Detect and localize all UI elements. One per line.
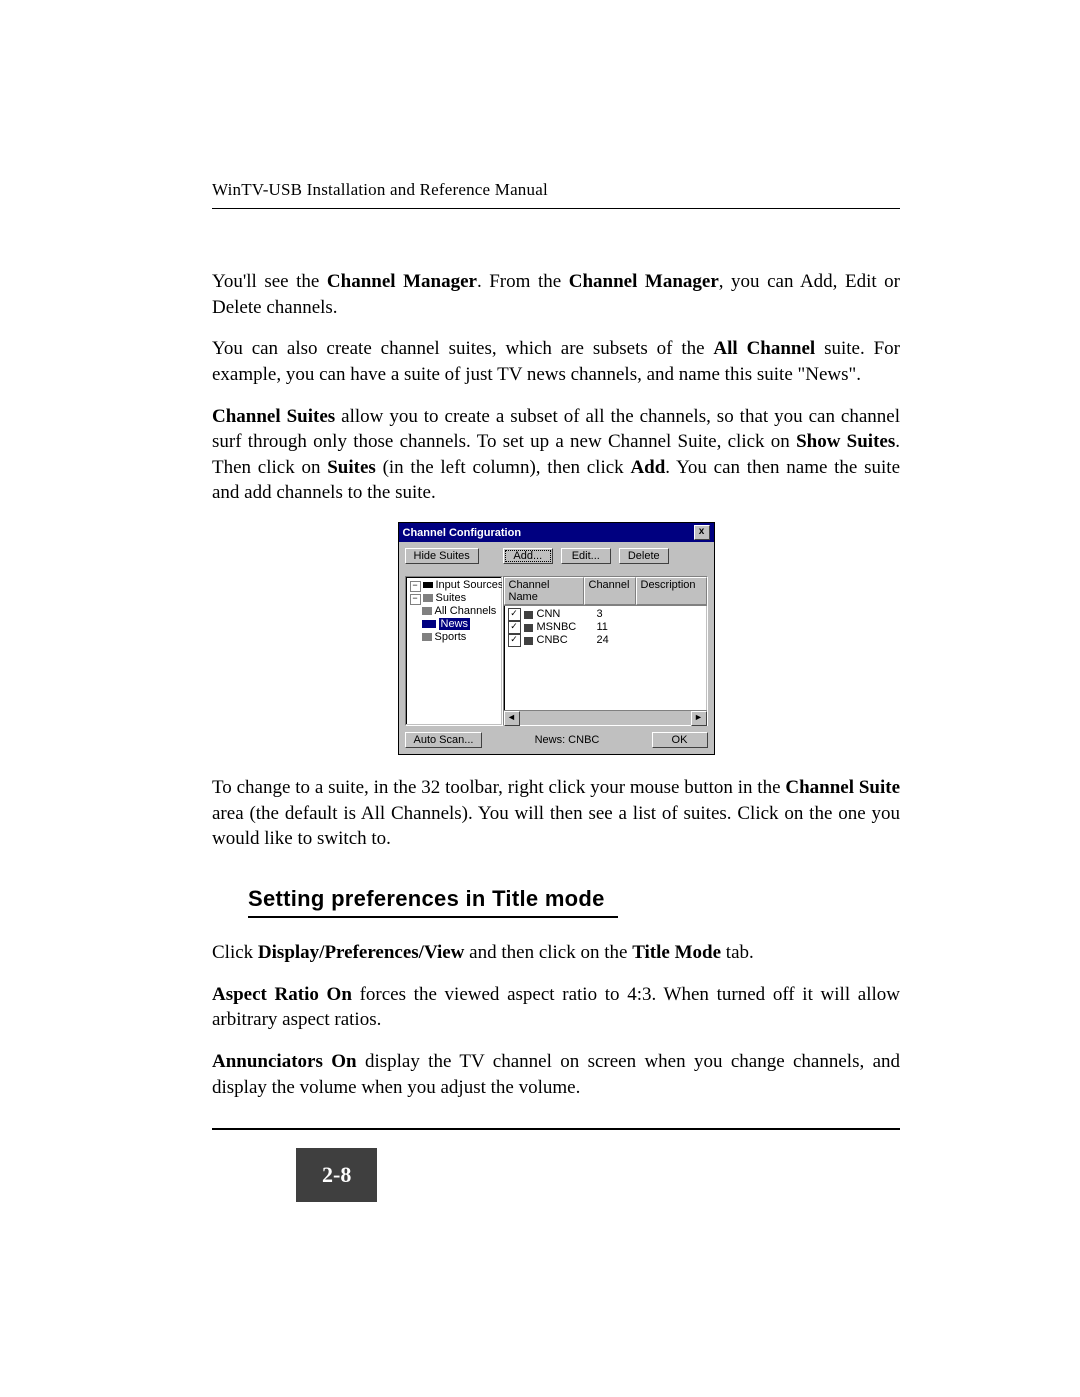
paragraph-7: Annunciators On display the TV channel o… — [212, 1049, 900, 1100]
hide-suites-button[interactable]: Hide Suites — [405, 548, 479, 564]
list-header: Channel Name Channel Description — [504, 577, 707, 606]
scroll-left-icon[interactable]: ◄ — [504, 711, 520, 726]
header-rest: Installation and Reference Manual — [302, 180, 548, 199]
channel-list: Channel Name Channel Description ✓CNN3 ✓… — [503, 576, 708, 726]
list-item[interactable]: ✓CNBC24 — [504, 634, 707, 647]
tv-icon — [524, 637, 533, 645]
manual-page: WinTV-USB Installation and Reference Man… — [0, 0, 1080, 1397]
edit-button[interactable]: Edit... — [561, 548, 611, 564]
paragraph-4: To change to a suite, in the 32 toolbar,… — [212, 775, 900, 852]
footer-rule — [212, 1128, 900, 1130]
folder-icon — [422, 607, 432, 615]
paragraph-2: You can also create channel suites, whic… — [212, 336, 900, 387]
paragraph-5: Click Display/Preferences/View and then … — [212, 940, 900, 966]
running-header: WinTV-USB Installation and Reference Man… — [212, 180, 900, 200]
expand-icon[interactable]: − — [410, 581, 421, 592]
header-product: WinTV-USB — [212, 180, 302, 199]
paragraph-3: Channel Suites allow you to create a sub… — [212, 404, 900, 507]
ok-button[interactable]: OK — [652, 732, 708, 748]
section-underline — [248, 916, 618, 918]
list-item[interactable]: ✓MSNBC11 — [504, 621, 707, 634]
dialog-toolbar: Hide Suites Add... Edit... Delete — [405, 548, 708, 570]
checkbox-icon[interactable]: ✓ — [508, 621, 521, 634]
body-text-block-2: To change to a suite, in the 32 toolbar,… — [212, 775, 900, 852]
dialog-titlebar[interactable]: Channel Configuration x — [399, 523, 714, 542]
scroll-right-icon[interactable]: ► — [691, 711, 707, 726]
dialog-bottom: Auto Scan... News: CNBC OK — [405, 732, 708, 748]
tree-input-sources[interactable]: −Input Sources — [408, 579, 500, 592]
channel-config-dialog: Channel Configuration x Hide Suites Add.… — [398, 522, 715, 755]
folder-icon — [422, 620, 436, 628]
page-number: 2-8 — [296, 1148, 377, 1202]
dialog-middle: −Input Sources −Suites All Channels News… — [405, 576, 708, 726]
add-button[interactable]: Add... — [503, 548, 553, 564]
auto-scan-button[interactable]: Auto Scan... — [405, 732, 483, 748]
col-description[interactable]: Description — [636, 577, 707, 605]
section-heading: Setting preferences in Title mode — [248, 886, 900, 912]
list-item[interactable]: ✓CNN3 — [504, 608, 707, 621]
checkbox-icon[interactable]: ✓ — [508, 634, 521, 647]
col-channel[interactable]: Channel — [584, 577, 636, 605]
dialog-body: Hide Suites Add... Edit... Delete −Input… — [399, 542, 714, 754]
tree-sports[interactable]: Sports — [408, 631, 500, 644]
body-text-block-3: Click Display/Preferences/View and then … — [212, 940, 900, 1100]
close-icon[interactable]: x — [694, 525, 710, 540]
body-text-block-1: You'll see the Channel Manager. From the… — [212, 269, 900, 506]
folder-icon — [422, 633, 432, 641]
folder-icon — [423, 594, 433, 602]
list-body[interactable]: ✓CNN3 ✓MSNBC11 ✓CNBC24 — [504, 606, 707, 710]
header-rule — [212, 208, 900, 209]
h-scrollbar[interactable]: ◄ ► — [504, 710, 707, 725]
col-channel-name[interactable]: Channel Name — [504, 577, 584, 605]
dialog-title-text: Channel Configuration — [403, 527, 522, 539]
tv-icon — [524, 624, 533, 632]
tree-news[interactable]: News — [408, 618, 500, 631]
suite-tree[interactable]: −Input Sources −Suites All Channels News… — [405, 576, 503, 726]
delete-button[interactable]: Delete — [619, 548, 669, 564]
paragraph-6: Aspect Ratio On forces the viewed aspect… — [212, 982, 900, 1033]
antenna-icon — [423, 582, 433, 588]
expand-icon[interactable]: − — [410, 594, 421, 605]
paragraph-1: You'll see the Channel Manager. From the… — [212, 269, 900, 320]
checkbox-icon[interactable]: ✓ — [508, 608, 521, 621]
tree-suites[interactable]: −Suites — [408, 592, 500, 605]
tv-icon — [524, 611, 533, 619]
tree-all-channels[interactable]: All Channels — [408, 605, 500, 618]
status-text: News: CNBC — [488, 734, 645, 746]
